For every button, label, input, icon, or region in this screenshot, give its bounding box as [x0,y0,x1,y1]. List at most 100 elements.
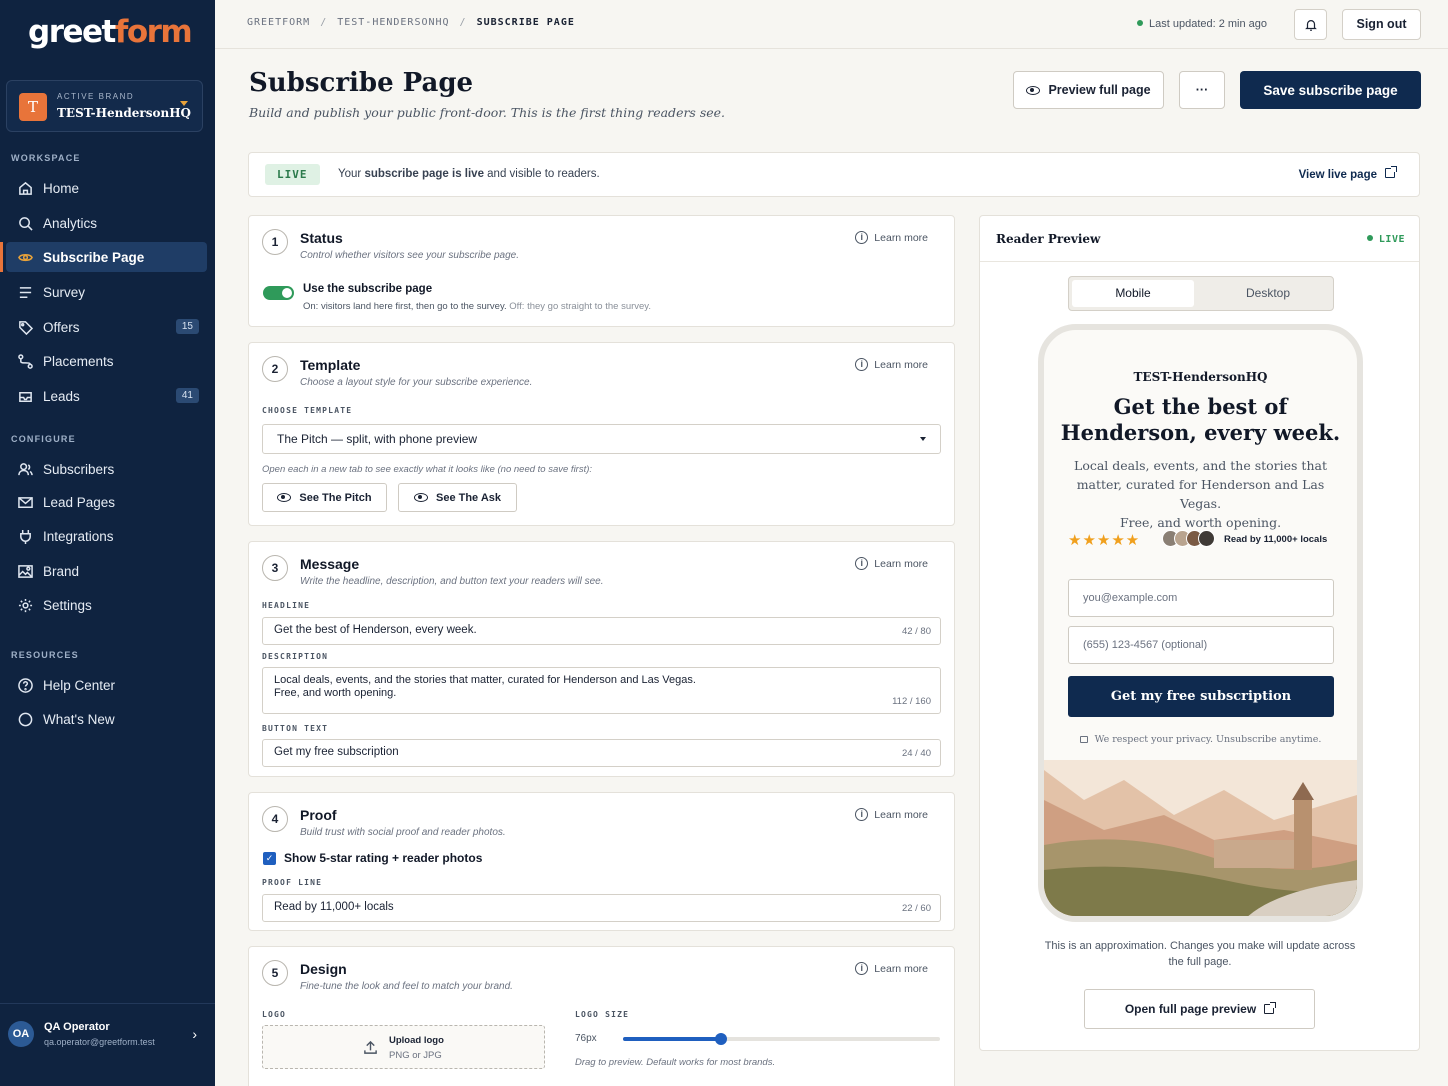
card-title: Message [300,556,360,572]
learn-more-link[interactable]: i Learn more [855,962,928,975]
status-card: 1 Status Control whether visitors see yo… [248,215,955,327]
tab-desktop[interactable]: Desktop [1207,280,1329,307]
view-live-page-link[interactable]: View live page [1299,166,1397,181]
bell-icon [1305,20,1317,31]
char-count: 42 / 80 [901,626,931,637]
greetform-logo[interactable]: greetform [28,14,193,50]
learn-more-link[interactable]: i Learn more [855,808,928,821]
char-count: 22 / 60 [901,903,931,914]
brand-selector[interactable]: T ACTIVE BRAND TEST-HendersonHQ [6,80,203,132]
info-icon: i [855,231,869,244]
preview-phone-input[interactable]: (655) 123-4567 (optional) [1068,626,1334,664]
field-label: HEADLINE [262,601,311,610]
sidebar: greetform T ACTIVE BRAND TEST-HendersonH… [0,0,215,1086]
see-the-ask-button[interactable]: See The Ask [398,483,517,512]
template-select[interactable]: The Pitch — split, with phone preview [262,424,941,454]
see-the-pitch-button[interactable]: See The Pitch [262,483,387,512]
field-label: CHOOSE TEMPLATE [262,406,353,415]
inbox-icon [19,391,32,402]
card-title: Proof [300,807,337,823]
reader-photos [1162,530,1222,548]
plug-icon [20,529,31,544]
route-icon [18,353,33,369]
description-textarea[interactable]: Local deals, events, and the stories tha… [262,667,941,714]
privacy-note: We respect your privacy. Unsubscribe any… [1044,734,1357,745]
card-description: Fine-tune the look and feel to match you… [300,981,513,992]
sidebar-item-lead-pages[interactable]: Lead Pages [6,487,207,517]
caret-down-icon [920,437,926,441]
lock-icon [1079,736,1088,743]
users-icon [18,462,33,475]
learn-more-link[interactable]: i Learn more [855,231,928,244]
sidebar-item-home[interactable]: Home [6,173,207,203]
sidebar-item-settings[interactable]: Settings [6,590,207,620]
sidebar-item-subscribe-page[interactable]: Subscribe Page [0,242,207,272]
home-icon [19,181,32,195]
user-email: qa.operator@greetform.test [44,1037,155,1047]
checkbox-label: Show 5-star rating + reader photos [284,851,483,865]
card-description: Write the headline, description, and but… [300,576,604,587]
headline-input[interactable]: Get the best of Henderson, every week. 42… [262,617,941,645]
proof-line-input[interactable]: Read by 11,000+ locals 22 / 60 [262,894,941,922]
info-icon: i [855,358,869,371]
upload-logo-dropzone[interactable]: Upload logo PNG or JPG [262,1025,545,1069]
logo-size-value: 76px [575,1033,597,1044]
char-count: 24 / 40 [901,748,931,759]
subscribe-page-toggle[interactable] [263,286,294,300]
sign-out-button[interactable]: Sign out [1342,9,1421,40]
sidebar-item-analytics[interactable]: Analytics [6,208,207,238]
open-full-page-preview-button[interactable]: Open full page preview [1084,989,1315,1029]
step-number: 4 [262,806,288,832]
leads-count-badge: 41 [175,388,199,403]
sidebar-item-subscribers[interactable]: Subscribers [6,454,207,484]
notifications-button[interactable] [1294,9,1327,40]
chevron-right-icon: › [192,1026,197,1042]
char-count: 112 / 160 [892,696,931,707]
info-icon: i [855,808,869,821]
sidebar-item-integrations[interactable]: Integrations [6,521,207,551]
breadcrumb-greetform[interactable]: GREETFORM [247,17,310,28]
card-title: Template [300,357,361,373]
show-rating-checkbox[interactable]: ✓ [263,852,276,865]
phone-mockup: TEST-HendersonHQ Get the best of Henderso… [1038,324,1363,922]
more-options-button[interactable]: ··· [1179,71,1225,109]
page-subtitle: Build and publish your public front-door… [249,105,726,120]
sidebar-item-survey[interactable]: Survey [6,277,207,307]
learn-more-link[interactable]: i Learn more [855,557,928,570]
tab-mobile[interactable]: Mobile [1072,280,1194,307]
sidebar-item-help-center[interactable]: Help Center [6,670,207,700]
button-text-input[interactable]: Get my free subscription 24 / 40 [262,739,941,767]
sidebar-item-offers[interactable]: Offers 15 [6,312,207,342]
preview-cta-button[interactable]: Get my free subscription [1068,676,1334,717]
sidebar-item-leads[interactable]: Leads 41 [6,381,207,411]
search-icon [19,216,33,231]
device-toggle: Mobile Desktop [1068,276,1334,311]
slider-handle[interactable] [715,1033,728,1045]
step-number: 1 [262,229,288,255]
user-menu[interactable]: OA QA Operator qa.operator@greetform.tes… [0,1003,215,1086]
breadcrumb: GREETFORM / TEST-HENDERSONHQ / SUBSCRIBE PAG… [247,17,575,28]
step-number: 3 [262,555,288,581]
preview-brand-name: TEST-HendersonHQ [1133,370,1268,384]
live-status-banner: LIVE Your subscribe page is live and vis… [248,152,1420,197]
preview-email-input[interactable]: you@example.com [1068,579,1334,617]
card-description: Choose a layout style for your subscribe… [300,377,533,388]
brand-label: ACTIVE BRAND [57,92,135,101]
circle-icon [18,712,33,726]
card-description: Control whether visitors see your subscr… [300,250,519,261]
sidebar-item-whats-new[interactable]: What's New [6,704,207,734]
breadcrumb-brand[interactable]: TEST-HENDERSONHQ [337,17,449,28]
sidebar-item-placements[interactable]: Placements [6,346,207,376]
preview-full-page-button[interactable]: Preview full page [1013,71,1164,109]
preview-header: Reader Preview LIVE [980,216,1419,262]
template-card: 2 Template Choose a layout style for you… [248,342,955,526]
save-subscribe-page-button[interactable]: Save subscribe page [1240,71,1421,109]
logo-size-slider[interactable] [623,1033,940,1045]
section-configure: CONFIGURE [11,434,76,444]
caret-down-icon [180,101,188,106]
sidebar-item-brand[interactable]: Brand [6,556,207,586]
field-label: LOGO [262,1010,287,1019]
learn-more-link[interactable]: i Learn more [855,358,928,371]
preview-headline: Get the best of Henderson, every week. [1060,394,1341,445]
tag-icon [19,320,33,335]
